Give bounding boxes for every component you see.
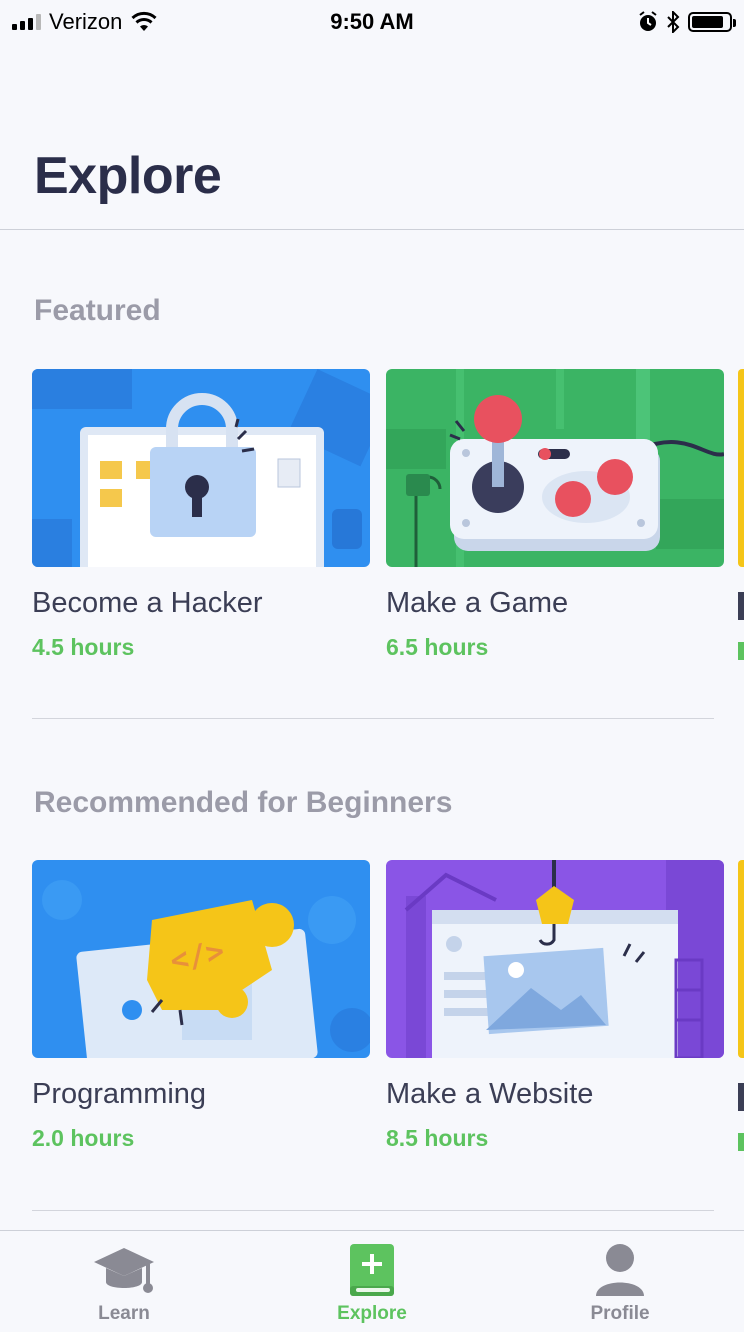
tab-learn[interactable]: Learn: [34, 1231, 214, 1331]
course-title: Make a Website: [386, 1078, 594, 1110]
book-plus-icon: [340, 1241, 404, 1299]
website-illustration: [386, 860, 724, 1058]
section-title-recommended: Recommended for Beginners: [34, 786, 453, 819]
tab-profile[interactable]: Profile: [530, 1231, 710, 1331]
game-controller-illustration: [386, 369, 724, 567]
course-card-game[interactable]: Make a Game 6.5 hours: [386, 369, 724, 661]
next-card-peek[interactable]: [738, 369, 744, 567]
bluetooth-icon: [667, 11, 680, 33]
tab-label: Profile: [590, 1303, 650, 1324]
course-card-hacker[interactable]: Become a Hacker 4.5 hours: [32, 369, 370, 661]
battery-icon: [688, 12, 736, 32]
course-title: Make a Game: [386, 587, 569, 619]
next-card-hours-peek: [738, 642, 744, 660]
course-hours: 8.5 hours: [386, 1125, 489, 1151]
page-title: Explore: [34, 147, 222, 205]
tab-bar: Learn Explore Profile: [0, 1230, 744, 1332]
code-puzzle-illustration: </>: [32, 860, 370, 1058]
course-card-programming[interactable]: </> Programming 2.0 hours: [32, 860, 370, 1152]
tab-label: Explore: [337, 1303, 407, 1324]
course-hours: 6.5 hours: [386, 634, 489, 660]
hacker-illustration: [32, 369, 370, 567]
wifi-icon: [131, 11, 157, 31]
section-divider: [32, 718, 714, 719]
course-title: Become a Hacker: [32, 587, 263, 619]
carrier-label: Verizon: [49, 9, 123, 34]
course-title: Programming: [32, 1078, 207, 1110]
next-card-title-peek: [738, 592, 744, 620]
section-divider: [32, 1210, 714, 1211]
course-hours: 4.5 hours: [32, 634, 135, 660]
tab-label: Learn: [98, 1303, 150, 1324]
next-card-title-peek: [738, 1083, 744, 1111]
header-divider: [0, 229, 744, 230]
course-hours: 2.0 hours: [32, 1125, 135, 1151]
status-left: Verizon: [12, 9, 158, 35]
status-bar: Verizon 9:50 AM: [0, 0, 744, 44]
status-right: [638, 11, 736, 33]
next-card-hours-peek: [738, 1133, 744, 1151]
graduation-cap-icon: [92, 1241, 156, 1299]
signal-icon: [12, 14, 41, 30]
alarm-icon: [639, 11, 657, 31]
next-card-peek[interactable]: [738, 860, 744, 1058]
person-icon: [588, 1241, 652, 1299]
tab-explore[interactable]: Explore: [282, 1231, 462, 1331]
course-card-website[interactable]: Make a Website 8.5 hours: [386, 860, 724, 1152]
section-title-featured: Featured: [34, 294, 161, 327]
